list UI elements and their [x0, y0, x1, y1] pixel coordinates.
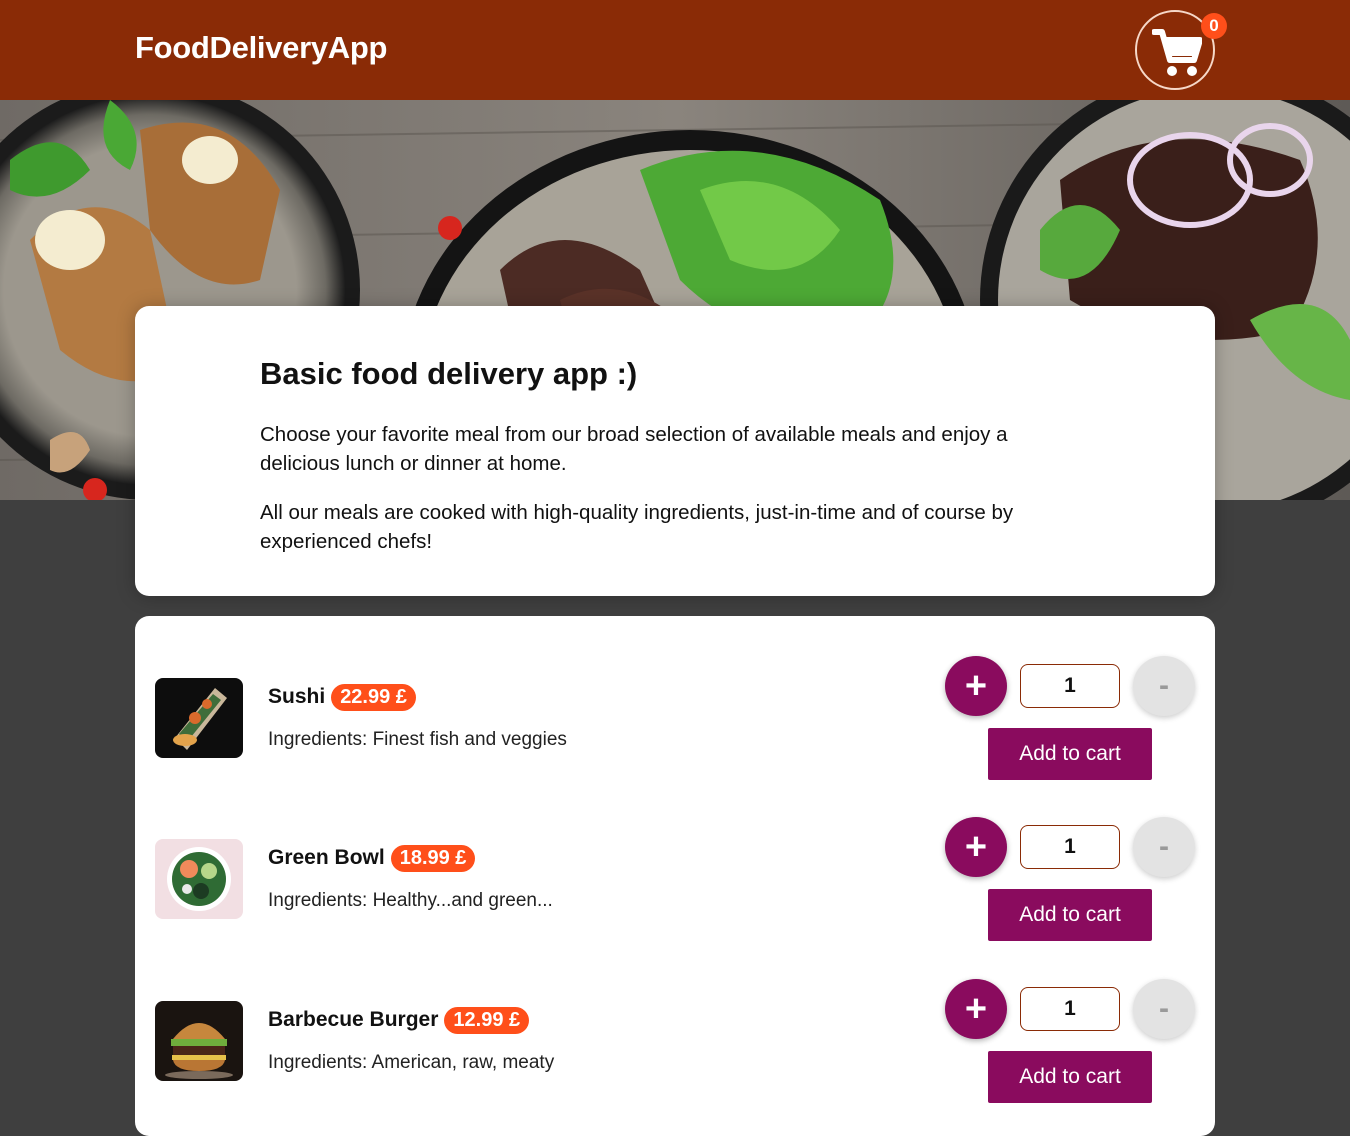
increase-quantity-button[interactable]: +: [945, 817, 1007, 877]
app-header: FoodDeliveryApp: [0, 0, 1350, 100]
meal-price-badge: 22.99 £: [331, 684, 416, 711]
add-to-cart-button[interactable]: Add to cart: [988, 728, 1152, 780]
increase-quantity-button[interactable]: +: [945, 656, 1007, 716]
meal-name: Sushi 22.99 £: [268, 684, 416, 711]
meal-description: Ingredients: American, raw, meaty: [268, 1052, 555, 1073]
meal-description: Ingredients: Healthy...and green...: [268, 890, 553, 911]
quantity-input[interactable]: [1020, 664, 1120, 708]
meal-name: Barbecue Burger 12.99 £: [268, 1007, 530, 1034]
app-brand: FoodDeliveryApp: [135, 30, 388, 65]
meal-name: Green Bowl 18.99 £: [268, 845, 476, 872]
meal-item: Sushi 22.99 £ Ingredients: Finest fish an…: [135, 616, 1215, 780]
summary-card: Basic food delivery app :) Choose your f…: [135, 306, 1215, 596]
shopping-cart-icon: [1152, 29, 1202, 76]
summary-paragraph: All our meals are cooked with high-quali…: [260, 501, 1014, 553]
green-bowl-image: [155, 839, 243, 919]
meal-price-badge: 18.99 £: [390, 845, 476, 872]
add-to-cart-button[interactable]: Add to cart: [988, 1051, 1152, 1103]
meals-list: Sushi 22.99 £ Ingredients: Finest fish an…: [135, 616, 1215, 1136]
cart-count-badge: 0: [1201, 13, 1227, 39]
summary-paragraph: Choose your favorite meal from our broad…: [260, 423, 1008, 475]
summary-title: Basic food delivery app :): [260, 356, 638, 391]
decrease-quantity-button[interactable]: -: [1133, 979, 1195, 1039]
meal-description: Ingredients: Finest fish and veggies: [268, 729, 567, 750]
quantity-input[interactable]: [1020, 987, 1120, 1031]
decrease-quantity-button[interactable]: -: [1133, 817, 1195, 877]
sushi-image: [155, 678, 243, 758]
meal-price-badge: 12.99 £: [444, 1007, 530, 1034]
meal-item: Barbecue Burger 12.99 £ Ingredients: Amer…: [135, 939, 1215, 1103]
increase-quantity-button[interactable]: +: [945, 979, 1007, 1039]
burger-image: [155, 1001, 243, 1081]
meal-item: Green Bowl 18.99 £ Ingredients: Healthy..…: [135, 777, 1215, 941]
quantity-input[interactable]: [1020, 825, 1120, 869]
add-to-cart-button[interactable]: Add to cart: [988, 889, 1152, 941]
decrease-quantity-button[interactable]: -: [1133, 656, 1195, 716]
